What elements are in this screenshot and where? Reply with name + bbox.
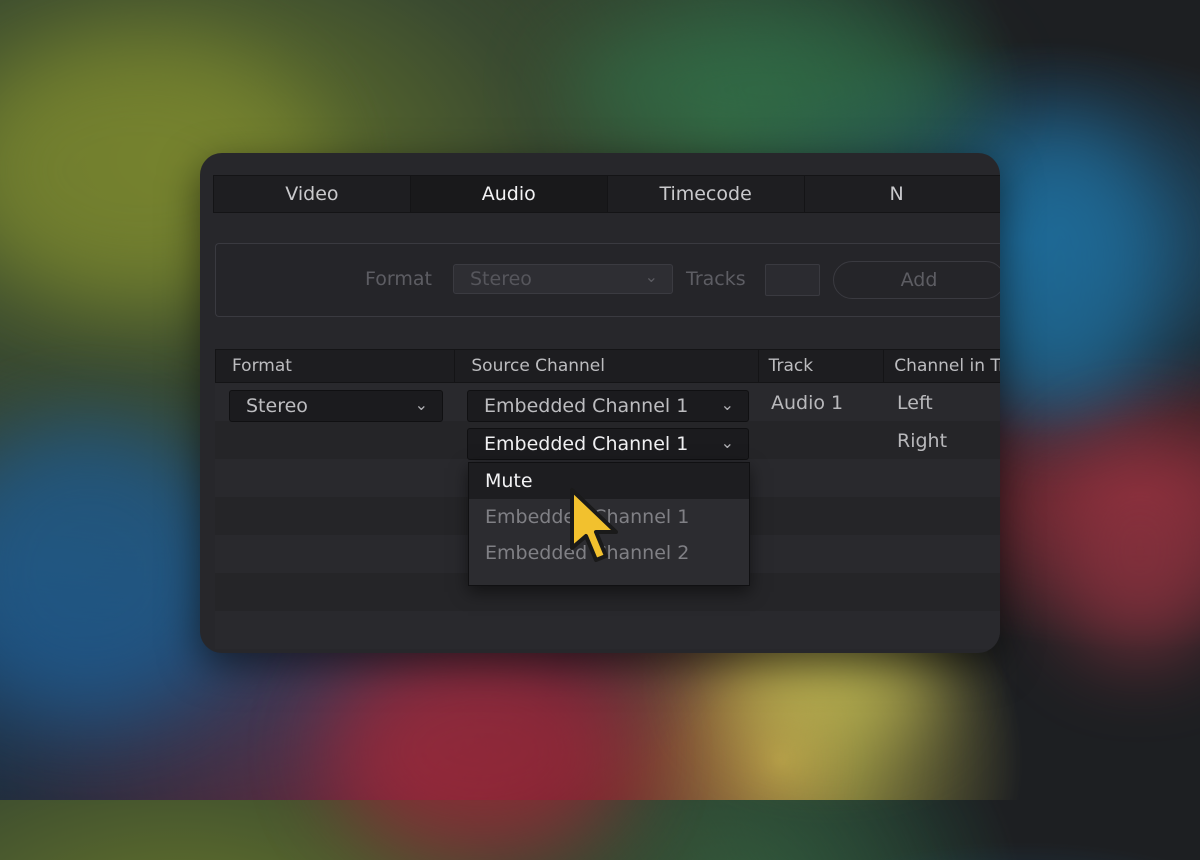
row-format-value: Stereo <box>246 395 308 417</box>
source-channel-right-select[interactable]: Embedded Channel 1 ⌄ <box>467 428 749 460</box>
tab-next[interactable]: N <box>805 176 1000 212</box>
tracks-input[interactable] <box>765 264 820 296</box>
add-button[interactable]: Add <box>833 261 1000 299</box>
chevron-down-icon: ⌄ <box>720 433 734 452</box>
column-track: Track <box>759 350 885 382</box>
audio-settings-panel: Video Audio Timecode N Format Stereo ⌄ T… <box>200 153 1000 653</box>
chevron-down-icon: ⌄ <box>720 395 734 414</box>
source-channel-right-value: Embedded Channel 1 <box>484 433 689 455</box>
tab-bar: Video Audio Timecode N <box>213 175 1000 213</box>
column-format: Format <box>216 350 456 382</box>
column-channel-in-track: Channel in Tr <box>894 356 1000 376</box>
chevron-down-icon: ⌄ <box>414 395 428 414</box>
source-channel-left-value: Embedded Channel 1 <box>484 395 689 417</box>
pointer-cursor-icon <box>570 488 618 562</box>
tab-audio[interactable]: Audio <box>410 176 608 212</box>
table-row <box>215 611 1000 649</box>
tab-video[interactable]: Video <box>214 176 411 212</box>
chevron-down-icon: ⌄ <box>644 267 658 286</box>
column-source-channel: Source Channel <box>455 350 759 382</box>
channel-left-label: Left <box>897 392 933 414</box>
source-channel-left-select[interactable]: Embedded Channel 1 ⌄ <box>467 390 749 422</box>
tracks-label: Tracks <box>686 268 746 290</box>
add-track-toolbar: Format Stereo ⌄ Tracks Add <box>215 243 1000 317</box>
format-select-value: Stereo <box>470 268 532 290</box>
channel-right-label: Right <box>897 430 948 452</box>
table-header: Format Source Channel Track Channel in T… <box>215 349 1000 383</box>
format-label: Format <box>365 268 432 290</box>
row-format-select[interactable]: Stereo ⌄ <box>229 390 443 422</box>
track-name: Audio 1 <box>771 392 844 414</box>
format-select[interactable]: Stereo ⌄ <box>453 264 673 294</box>
tab-timecode[interactable]: Timecode <box>608 176 805 212</box>
